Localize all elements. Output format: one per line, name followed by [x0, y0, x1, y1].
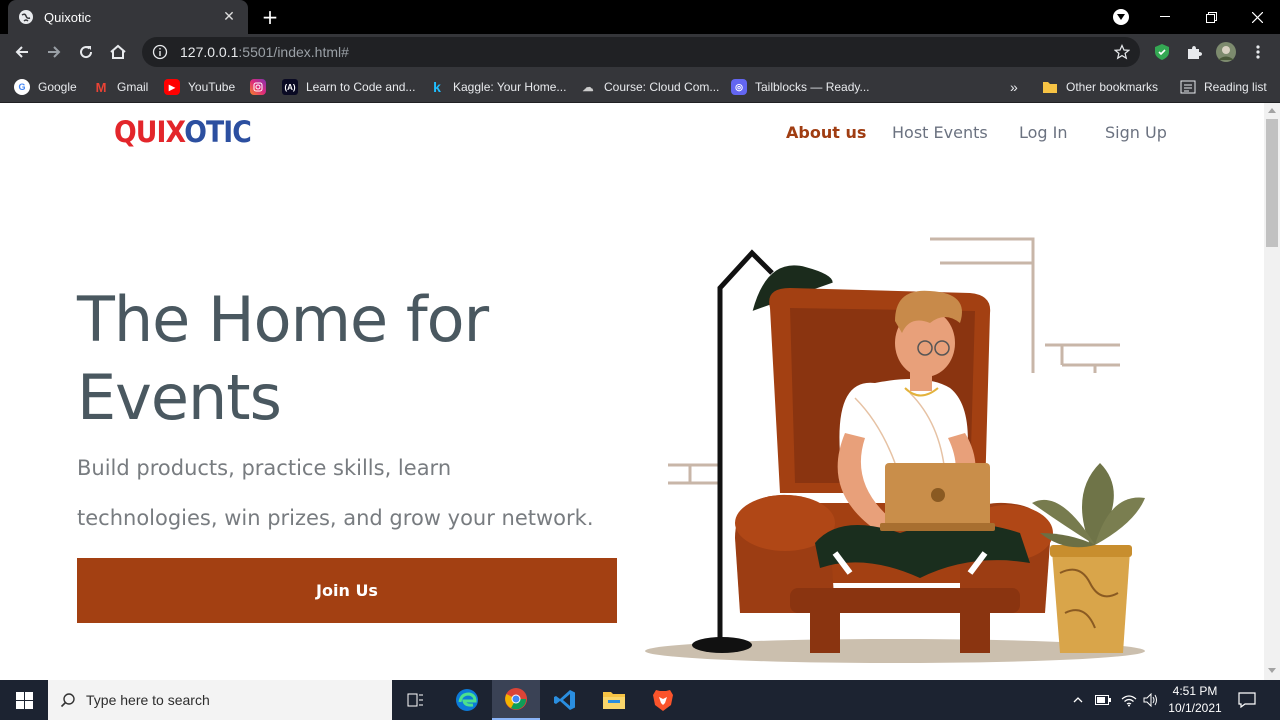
wifi-icon[interactable] — [1118, 680, 1140, 720]
join-us-button[interactable]: Join Us — [77, 558, 617, 623]
task-view-icon — [407, 693, 423, 707]
overflow-chevron-icon: » — [1010, 79, 1018, 95]
instagram-icon — [250, 79, 266, 95]
new-tab-button[interactable]: + — [258, 5, 282, 29]
bookmark-kaggle[interactable]: k Kaggle: Your Home... — [429, 77, 566, 97]
nav-host-events[interactable]: Host Events — [892, 123, 988, 142]
bookmark-label: Tailblocks — Ready... — [755, 80, 870, 94]
taskbar-search-box[interactable]: Type here to search — [48, 680, 392, 720]
bookmark-label: Gmail — [117, 80, 149, 94]
gmail-icon: M — [95, 79, 107, 95]
scroll-down-arrow-icon[interactable] — [1268, 668, 1276, 673]
bookmark-google[interactable]: G Google — [14, 77, 77, 97]
start-button[interactable] — [0, 680, 48, 720]
brave-icon — [653, 690, 673, 711]
browser-toolbar: 127.0.0.1:5501/index.html# — [0, 34, 1280, 70]
cloud-course-icon: ☁ — [582, 81, 594, 94]
bookmark-youtube[interactable]: ▶ YouTube — [164, 77, 235, 97]
task-view-button[interactable] — [392, 680, 440, 720]
reading-list-icon — [1180, 79, 1196, 95]
shield-extension-icon[interactable] — [1148, 38, 1176, 66]
avatar[interactable] — [1212, 38, 1240, 66]
hero-subtitle: Build products, practice skills, learn t… — [77, 443, 637, 543]
bookmark-label: Course: Cloud Com... — [604, 80, 720, 94]
reading-list-label: Reading list — [1204, 80, 1267, 94]
page-scrollbar[interactable] — [1264, 103, 1280, 680]
taskbar-brave[interactable] — [639, 680, 687, 720]
nav-log-in[interactable]: Log In — [1019, 123, 1068, 142]
browser-tab[interactable]: Quixotic ✕ — [8, 0, 248, 34]
bookmark-cloud-course[interactable]: ☁ Course: Cloud Com... — [580, 77, 720, 97]
hero-subtitle-line-2: technologies, win prizes, and grow your … — [77, 506, 594, 530]
page-viewport: QUIXOTIC About us Host Events Log In Sig… — [0, 103, 1264, 680]
folder-icon — [1042, 79, 1058, 95]
vscode-icon — [554, 690, 575, 710]
bookmark-label: Kaggle: Your Home... — [453, 80, 567, 94]
taskbar-edge[interactable] — [443, 680, 491, 720]
system-clock[interactable]: 4:51 PM 10/1/2021 — [1160, 683, 1230, 717]
search-icon — [60, 693, 75, 708]
other-bookmarks-label: Other bookmarks — [1066, 80, 1159, 94]
youtube-icon: ▶ — [164, 79, 180, 95]
minimize-button[interactable] — [1142, 0, 1188, 34]
tailblocks-icon: ◎ — [731, 79, 747, 95]
extensions-puzzle-icon[interactable] — [1180, 38, 1208, 66]
nav-sign-up[interactable]: Sign Up — [1105, 123, 1167, 142]
bookmarks-overflow-button[interactable]: » — [1010, 77, 1018, 97]
info-icon[interactable] — [152, 44, 168, 60]
url-text: 127.0.0.1:5501/index.html# — [180, 44, 349, 60]
reading-list-button[interactable]: Reading list — [1180, 77, 1267, 97]
notification-center-icon[interactable] — [1234, 680, 1260, 720]
globe-icon — [18, 9, 34, 25]
bookmark-label: Google — [38, 80, 77, 94]
hero-title-line-1: The Home for — [77, 283, 489, 356]
clock-time: 4:51 PM — [1172, 684, 1218, 698]
nav-about-us[interactable]: About us — [786, 123, 866, 142]
folder-icon — [603, 692, 625, 709]
address-bar[interactable]: 127.0.0.1:5501/index.html# — [142, 37, 1140, 67]
tray-overflow-chevron-icon[interactable] — [1068, 680, 1088, 720]
reload-button[interactable] — [72, 38, 100, 66]
windows-taskbar: Type here to search 4:51 PM 10/1/2021 — [0, 680, 1280, 720]
scroll-up-arrow-icon[interactable] — [1268, 108, 1276, 113]
bookmark-tailblocks[interactable]: ◎ Tailblocks — Ready... — [731, 77, 870, 97]
clock-date: 10/1/2021 — [1168, 701, 1222, 715]
site-logo[interactable]: QUIXOTIC — [114, 115, 252, 149]
menu-kebab-icon[interactable] — [1244, 38, 1272, 66]
hero-title: The Home for Events — [77, 281, 597, 437]
freecodecamp-icon: (A) — [282, 79, 298, 95]
back-button[interactable] — [8, 38, 36, 66]
bookmarks-bar: G Google M Gmail ▶ YouTube (A) Learn to … — [0, 70, 1280, 103]
scroll-thumb[interactable] — [1266, 119, 1278, 247]
close-window-button[interactable] — [1234, 0, 1280, 34]
other-bookmarks-folder[interactable]: Other bookmarks — [1042, 77, 1158, 97]
hero-illustration — [645, 237, 1145, 663]
hero-subtitle-line-1: Build products, practice skills, learn — [77, 456, 452, 480]
windows-logo-icon — [15, 691, 33, 709]
hero-title-line-2: Events — [77, 361, 282, 434]
close-tab-icon[interactable]: ✕ — [220, 9, 238, 25]
battery-icon[interactable] — [1092, 680, 1114, 720]
media-control-icon[interactable] — [1113, 9, 1129, 25]
bookmark-freecodecamp[interactable]: (A) Learn to Code and... — [282, 77, 415, 97]
bookmark-label: YouTube — [188, 80, 236, 94]
bookmark-label: Learn to Code and... — [306, 80, 416, 94]
bookmark-gmail[interactable]: M Gmail — [93, 77, 149, 97]
taskbar-chrome[interactable] — [492, 680, 540, 720]
tab-strip: Quixotic ✕ + — [0, 0, 1280, 34]
forward-button[interactable] — [40, 38, 68, 66]
taskbar-file-explorer[interactable] — [590, 680, 638, 720]
volume-icon[interactable] — [1140, 680, 1162, 720]
chrome-icon — [505, 688, 527, 710]
taskbar-vscode[interactable] — [541, 680, 589, 720]
tab-title: Quixotic — [44, 9, 91, 25]
home-button[interactable] — [104, 38, 132, 66]
kaggle-icon: k — [433, 79, 441, 95]
bookmark-star-icon[interactable] — [1113, 44, 1131, 60]
restore-button[interactable] — [1188, 0, 1234, 34]
bookmark-instagram[interactable] — [250, 77, 274, 97]
google-icon: G — [14, 79, 30, 95]
edge-icon — [456, 689, 478, 711]
search-placeholder: Type here to search — [86, 692, 210, 708]
